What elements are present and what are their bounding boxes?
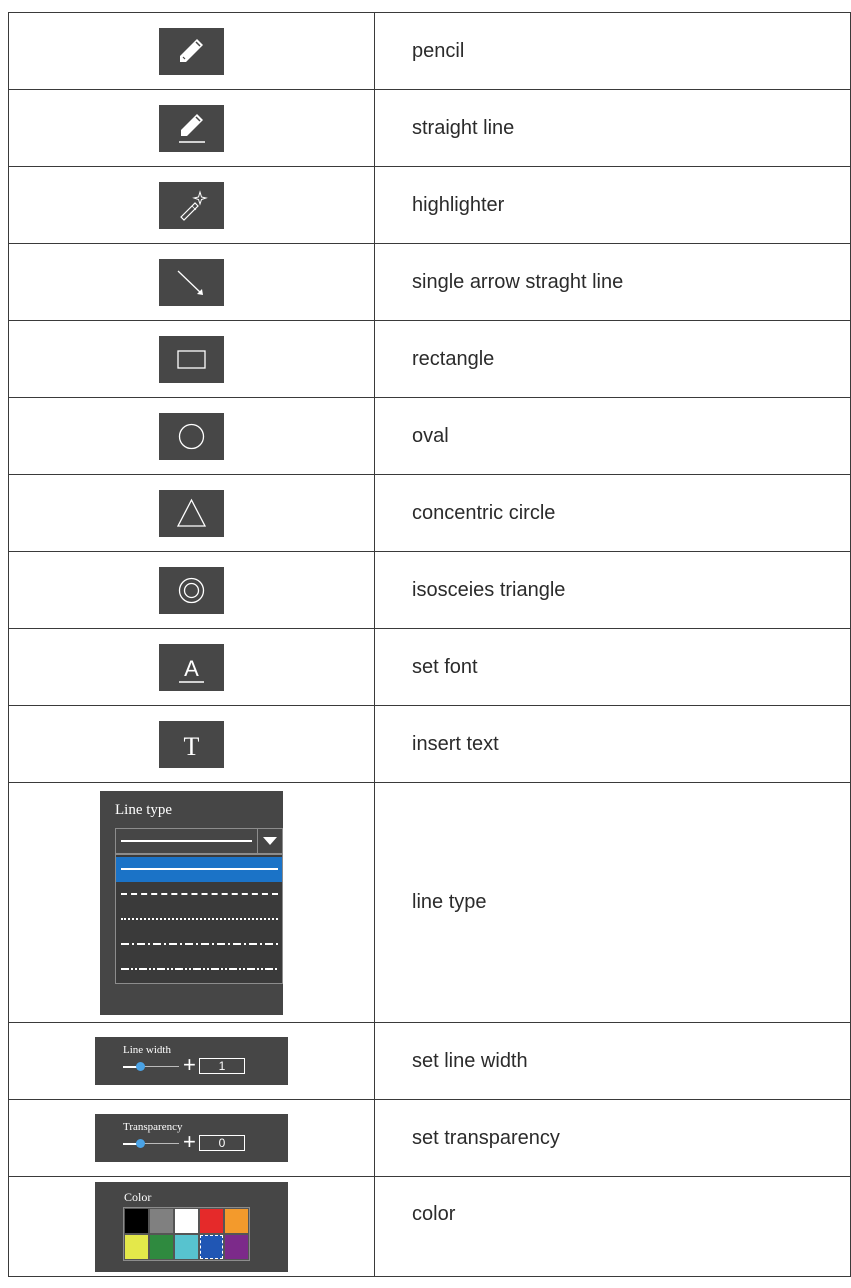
svg-text:A: A bbox=[184, 656, 199, 681]
tool-label: insert text bbox=[374, 705, 851, 783]
pencil-icon[interactable] bbox=[159, 27, 224, 75]
highlighter-icon[interactable] bbox=[159, 181, 224, 229]
table-row: Color color bbox=[8, 1176, 851, 1277]
line-type-panel: Line type bbox=[100, 790, 283, 1015]
table-row: isosceies triangle bbox=[8, 551, 851, 629]
color-swatch[interactable] bbox=[224, 1233, 249, 1260]
table-row: Line width + 1 set line width bbox=[8, 1022, 851, 1100]
tool-label: set font bbox=[374, 628, 851, 706]
insert-text-icon[interactable]: T bbox=[159, 720, 224, 768]
tool-label: concentric circle bbox=[374, 474, 851, 552]
color-swatch[interactable] bbox=[224, 1207, 249, 1234]
table-row: pencil bbox=[8, 12, 851, 90]
color-swatch[interactable] bbox=[199, 1207, 224, 1234]
minus-icon[interactable] bbox=[123, 1066, 137, 1068]
table-row: A set font bbox=[8, 628, 851, 706]
selected-line-preview bbox=[121, 839, 252, 842]
table-row: highlighter bbox=[8, 166, 851, 244]
tool-label: set line width bbox=[374, 1022, 851, 1100]
color-panel: Color bbox=[95, 1181, 288, 1272]
transparency-input[interactable]: 0 bbox=[199, 1135, 245, 1151]
line-type-dropdown-list bbox=[115, 853, 283, 984]
tool-label: rectangle bbox=[374, 320, 851, 398]
line-type-option-dash-dot[interactable] bbox=[116, 932, 282, 957]
straight-line-icon[interactable] bbox=[159, 104, 224, 152]
line-type-option-solid[interactable] bbox=[116, 856, 282, 882]
tool-label: pencil bbox=[374, 12, 851, 90]
table-row: straight line bbox=[8, 89, 851, 167]
color-swatch[interactable] bbox=[174, 1233, 199, 1260]
color-swatch[interactable] bbox=[124, 1233, 149, 1260]
tool-label: set transparency bbox=[374, 1099, 851, 1177]
color-swatch[interactable] bbox=[199, 1233, 224, 1260]
line-type-select[interactable] bbox=[115, 827, 283, 854]
line-type-option-dash-dot-dot[interactable] bbox=[116, 957, 282, 982]
concentric-circle-icon[interactable] bbox=[159, 566, 224, 614]
tool-label: color bbox=[374, 1176, 851, 1277]
transparency-title: Transparency bbox=[123, 1121, 183, 1133]
tool-label: straight line bbox=[374, 89, 851, 167]
tool-label: single arrow straght line bbox=[374, 243, 851, 321]
color-swatch[interactable] bbox=[149, 1233, 174, 1260]
table-row: Transparency + 0 set transparency bbox=[8, 1099, 851, 1177]
tool-label: isosceies triangle bbox=[374, 551, 851, 629]
color-swatch-grid bbox=[123, 1206, 250, 1261]
line-type-option-dotted[interactable] bbox=[116, 907, 282, 932]
transparency-panel: Transparency + 0 bbox=[95, 1114, 288, 1162]
line-type-option-dashed[interactable] bbox=[116, 882, 282, 907]
chevron-down-icon[interactable] bbox=[257, 828, 282, 853]
tool-legend-table: pencil straight line highlighter single … bbox=[8, 12, 851, 1277]
color-title: Color bbox=[124, 1189, 152, 1204]
line-width-title: Line width bbox=[123, 1044, 171, 1056]
arrow-line-icon[interactable] bbox=[159, 258, 224, 306]
plus-icon[interactable]: + bbox=[183, 1131, 196, 1153]
plus-icon[interactable]: + bbox=[183, 1054, 196, 1076]
triangle-icon[interactable] bbox=[159, 489, 224, 537]
color-swatch[interactable] bbox=[124, 1207, 149, 1234]
table-row: rectangle bbox=[8, 320, 851, 398]
slider-knob[interactable] bbox=[136, 1139, 145, 1148]
table-row: Line type line type bbox=[8, 782, 851, 1023]
table-row: concentric circle bbox=[8, 474, 851, 552]
rectangle-icon[interactable] bbox=[159, 335, 224, 383]
color-swatch[interactable] bbox=[174, 1207, 199, 1234]
tool-label: line type bbox=[374, 782, 851, 1023]
line-type-title: Line type bbox=[115, 801, 173, 818]
oval-icon[interactable] bbox=[159, 412, 224, 460]
line-width-panel: Line width + 1 bbox=[95, 1037, 288, 1085]
table-row: T insert text bbox=[8, 705, 851, 783]
set-font-icon[interactable]: A bbox=[159, 643, 224, 691]
tool-label: oval bbox=[374, 397, 851, 475]
table-row: oval bbox=[8, 397, 851, 475]
table-row: single arrow straght line bbox=[8, 243, 851, 321]
line-width-input[interactable]: 1 bbox=[199, 1058, 245, 1074]
slider-knob[interactable] bbox=[136, 1062, 145, 1071]
svg-text:T: T bbox=[184, 732, 200, 761]
tool-label: highlighter bbox=[374, 166, 851, 244]
color-swatch[interactable] bbox=[149, 1207, 174, 1234]
minus-icon[interactable] bbox=[123, 1143, 137, 1145]
